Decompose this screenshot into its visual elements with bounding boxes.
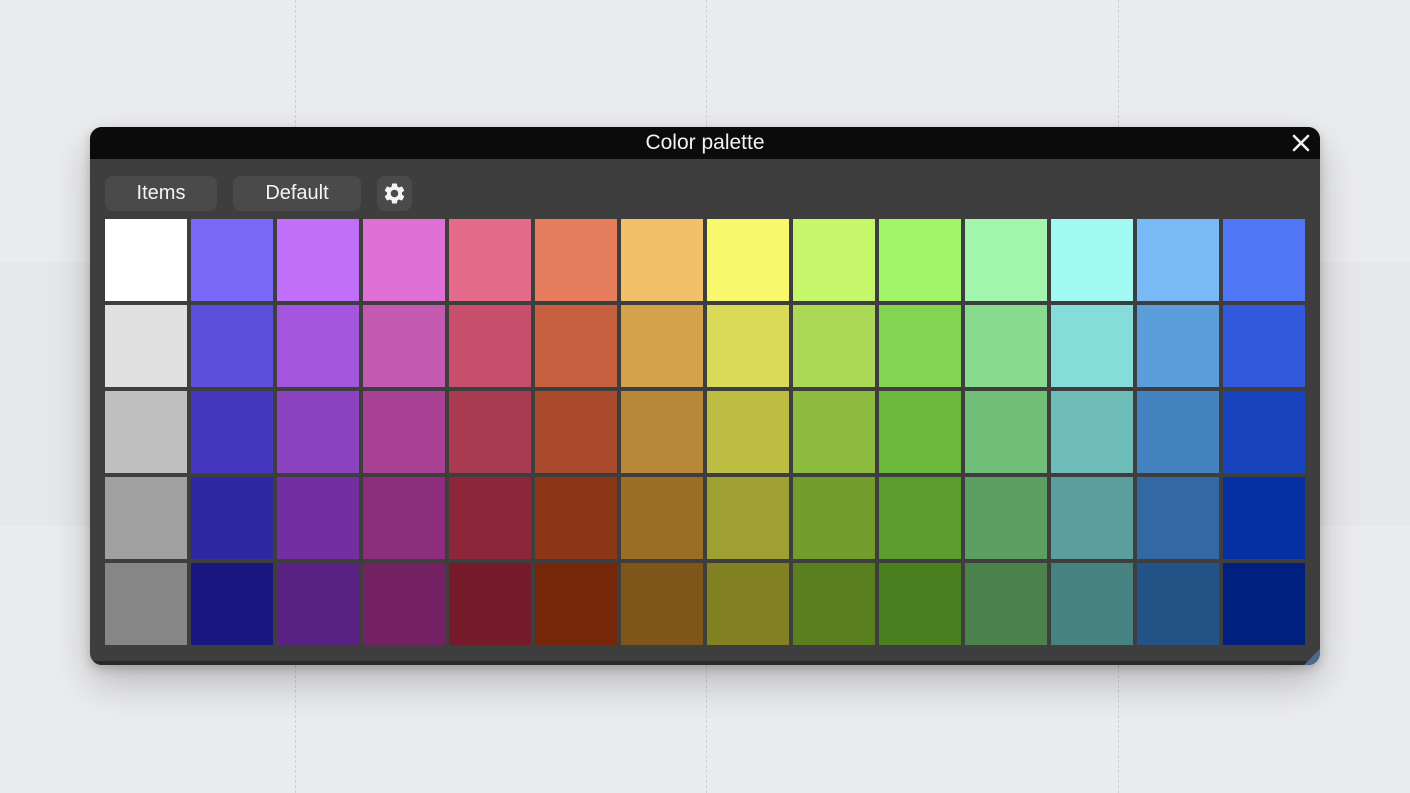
color-swatch[interactable] bbox=[793, 305, 875, 387]
color-swatch[interactable] bbox=[965, 219, 1047, 301]
color-swatch[interactable] bbox=[1051, 563, 1133, 645]
color-swatch[interactable] bbox=[363, 219, 445, 301]
color-swatch[interactable] bbox=[707, 477, 789, 559]
color-swatch[interactable] bbox=[1051, 219, 1133, 301]
color-swatch[interactable] bbox=[879, 477, 961, 559]
color-swatch[interactable] bbox=[363, 305, 445, 387]
color-swatch[interactable] bbox=[621, 563, 703, 645]
color-swatch[interactable] bbox=[1137, 305, 1219, 387]
color-swatch[interactable] bbox=[707, 219, 789, 301]
color-swatch[interactable] bbox=[191, 477, 273, 559]
default-button[interactable]: Default bbox=[233, 176, 361, 211]
color-swatch[interactable] bbox=[449, 219, 531, 301]
color-swatch[interactable] bbox=[793, 219, 875, 301]
resize-grip[interactable] bbox=[1304, 649, 1320, 665]
color-swatch[interactable] bbox=[879, 391, 961, 473]
color-swatch[interactable] bbox=[105, 563, 187, 645]
color-swatch[interactable] bbox=[793, 563, 875, 645]
color-swatch[interactable] bbox=[277, 477, 359, 559]
color-swatch[interactable] bbox=[621, 219, 703, 301]
color-swatch[interactable] bbox=[621, 305, 703, 387]
color-swatch[interactable] bbox=[793, 391, 875, 473]
color-swatch[interactable] bbox=[449, 305, 531, 387]
color-swatch[interactable] bbox=[879, 563, 961, 645]
color-swatch[interactable] bbox=[1137, 391, 1219, 473]
color-swatch[interactable] bbox=[1051, 305, 1133, 387]
color-swatch[interactable] bbox=[191, 219, 273, 301]
color-swatch[interactable] bbox=[621, 477, 703, 559]
color-swatch[interactable] bbox=[191, 305, 273, 387]
color-swatch[interactable] bbox=[879, 219, 961, 301]
color-swatch[interactable] bbox=[277, 219, 359, 301]
color-swatch[interactable] bbox=[449, 563, 531, 645]
color-swatch[interactable] bbox=[965, 305, 1047, 387]
color-swatch[interactable] bbox=[1223, 563, 1305, 645]
color-swatch[interactable] bbox=[535, 305, 617, 387]
color-swatch[interactable] bbox=[363, 563, 445, 645]
color-swatch[interactable] bbox=[535, 219, 617, 301]
color-swatch[interactable] bbox=[535, 391, 617, 473]
color-swatch[interactable] bbox=[1051, 477, 1133, 559]
color-swatch[interactable] bbox=[1137, 219, 1219, 301]
color-swatch[interactable] bbox=[277, 563, 359, 645]
window-title: Color palette bbox=[645, 131, 765, 154]
color-swatch[interactable] bbox=[1223, 305, 1305, 387]
gear-icon bbox=[384, 183, 405, 204]
color-swatch-grid bbox=[105, 219, 1305, 646]
color-swatch[interactable] bbox=[965, 477, 1047, 559]
color-swatch[interactable] bbox=[707, 305, 789, 387]
color-swatch[interactable] bbox=[793, 477, 875, 559]
color-swatch[interactable] bbox=[1223, 477, 1305, 559]
color-swatch[interactable] bbox=[879, 305, 961, 387]
color-palette-window: Color palette Items Default bbox=[90, 127, 1320, 665]
color-swatch[interactable] bbox=[105, 305, 187, 387]
color-swatch[interactable] bbox=[1051, 391, 1133, 473]
color-swatch[interactable] bbox=[535, 477, 617, 559]
color-swatch[interactable] bbox=[965, 563, 1047, 645]
color-swatch[interactable] bbox=[1137, 563, 1219, 645]
title-bar[interactable]: Color palette bbox=[90, 127, 1320, 159]
color-swatch[interactable] bbox=[707, 391, 789, 473]
color-swatch[interactable] bbox=[277, 391, 359, 473]
color-swatch[interactable] bbox=[277, 305, 359, 387]
color-swatch[interactable] bbox=[1137, 477, 1219, 559]
color-swatch[interactable] bbox=[363, 477, 445, 559]
color-swatch[interactable] bbox=[965, 391, 1047, 473]
color-swatch[interactable] bbox=[191, 563, 273, 645]
color-swatch[interactable] bbox=[535, 563, 617, 645]
window-bottom-edge bbox=[90, 661, 1320, 665]
color-swatch[interactable] bbox=[1223, 219, 1305, 301]
color-swatch[interactable] bbox=[1223, 391, 1305, 473]
color-swatch[interactable] bbox=[105, 391, 187, 473]
items-button[interactable]: Items bbox=[105, 176, 217, 211]
color-swatch[interactable] bbox=[105, 219, 187, 301]
color-swatch[interactable] bbox=[105, 477, 187, 559]
settings-button[interactable] bbox=[377, 176, 412, 211]
color-swatch[interactable] bbox=[449, 477, 531, 559]
color-swatch[interactable] bbox=[449, 391, 531, 473]
close-button[interactable] bbox=[1288, 130, 1314, 156]
color-swatch[interactable] bbox=[363, 391, 445, 473]
color-swatch[interactable] bbox=[621, 391, 703, 473]
close-icon bbox=[1292, 134, 1310, 152]
color-swatch[interactable] bbox=[707, 563, 789, 645]
color-swatch[interactable] bbox=[191, 391, 273, 473]
